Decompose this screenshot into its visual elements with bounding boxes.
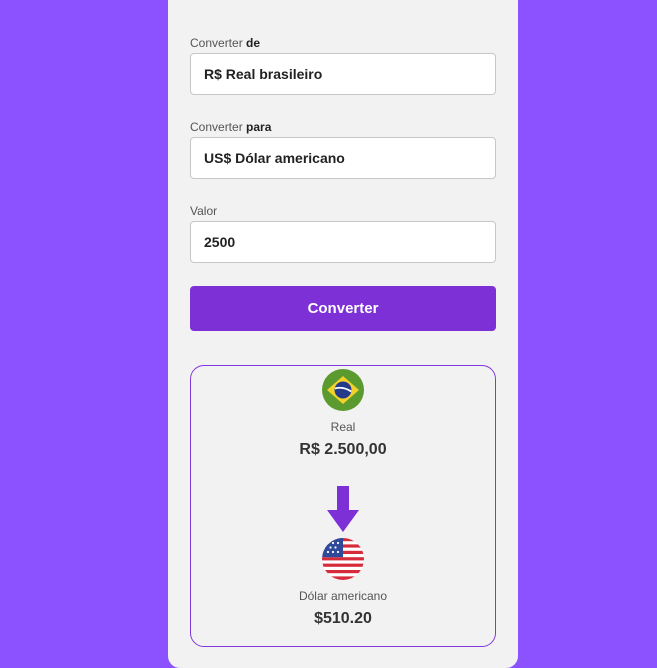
amount-label: Valor xyxy=(190,204,218,218)
target-currency-name: Dólar americano xyxy=(298,589,388,603)
source-currency-value: R$ 2.500,00 xyxy=(299,441,387,458)
convert-button[interactable]: Converter xyxy=(190,286,496,331)
converter-card: Converter de R$ Real brasileiro Converte… xyxy=(168,0,518,668)
target-currency-value: $510.20 xyxy=(314,610,372,627)
from-currency-label: Converter de xyxy=(190,36,261,50)
source-currency-name: Real xyxy=(330,420,356,434)
arrow-down-icon xyxy=(327,486,359,532)
to-currency-label: Converter para xyxy=(190,120,272,134)
amount-field: Valor 2500 xyxy=(190,204,496,263)
from-currency-field: Converter de R$ Real brasileiro xyxy=(190,36,496,95)
brazil-flag-icon xyxy=(322,369,364,411)
result-panel: Real R$ 2.500,00 Dólar americano $510.20 xyxy=(190,365,496,647)
to-currency-field: Converter para US$ Dólar americano xyxy=(190,120,496,179)
usa-flag-icon xyxy=(322,538,364,580)
to-currency-select[interactable]: US$ Dólar americano xyxy=(190,137,496,179)
from-currency-select[interactable]: R$ Real brasileiro xyxy=(190,53,496,95)
amount-input[interactable]: 2500 xyxy=(190,221,496,263)
